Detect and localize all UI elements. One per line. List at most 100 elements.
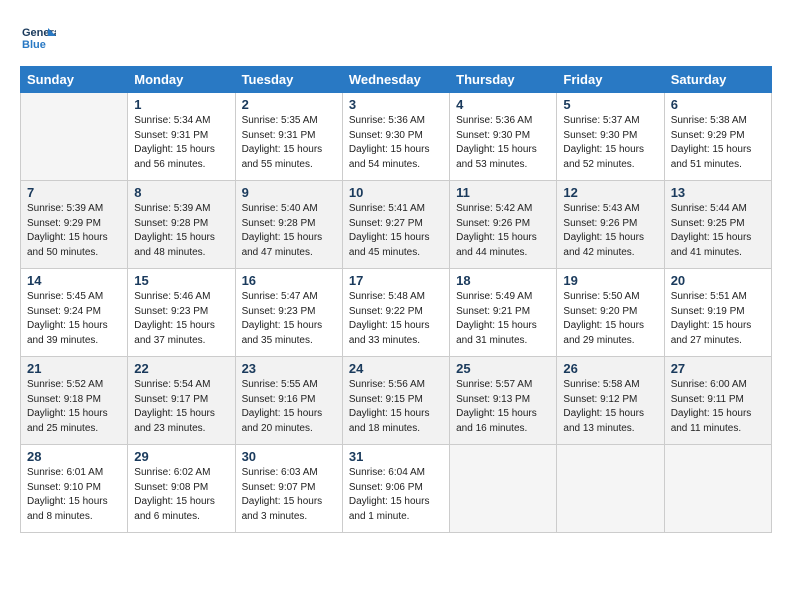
day-number: 27 <box>671 361 765 376</box>
cell-info: Sunrise: 5:43 AM Sunset: 9:26 PM Dayligh… <box>563 202 657 260</box>
calendar-cell: 13 Sunrise: 5:44 AM Sunset: 9:25 PM Dayli… <box>664 181 771 269</box>
calendar-cell: 19 Sunrise: 5:50 AM Sunset: 9:20 PM Dayli… <box>557 269 664 357</box>
calendar-cell: 11 Sunrise: 5:42 AM Sunset: 9:26 PM Dayli… <box>450 181 557 269</box>
calendar-cell: 16Sunrise: 5:47 AM Sunset: 9:23 PM Dayli… <box>235 269 342 357</box>
cell-info: Sunrise: 5:48 AM Sunset: 9:22 PM Dayligh… <box>349 290 443 348</box>
weekday-header: Friday <box>557 67 664 93</box>
cell-info: Sunrise: 5:44 AM Sunset: 9:25 PM Dayligh… <box>671 202 765 260</box>
cell-info: Sunrise: 5:46 AM Sunset: 9:23 PM Dayligh… <box>134 290 228 348</box>
day-number: 30 <box>242 449 336 464</box>
calendar-cell: 14 Sunrise: 5:45 AM Sunset: 9:24 PM Dayli… <box>21 269 128 357</box>
cell-info: Sunrise: 5:45 AM Sunset: 9:24 PM Dayligh… <box>27 290 121 348</box>
day-number: 29 <box>134 449 228 464</box>
svg-text:Blue: Blue <box>22 39 46 51</box>
day-number: 21 <box>27 361 121 376</box>
cell-info: Sunrise: 5:57 AM Sunset: 9:13 PM Dayligh… <box>456 378 550 436</box>
day-number: 17 <box>349 273 443 288</box>
calendar-cell: 23 Sunrise: 5:55 AM Sunset: 9:16 PM Dayli… <box>235 357 342 445</box>
cell-info: Sunrise: 6:02 AM Sunset: 9:08 PM Dayligh… <box>134 466 228 524</box>
calendar-table: SundayMondayTuesdayWednesdayThursdayFrid… <box>20 66 772 533</box>
day-number: 8 <box>134 185 228 200</box>
cell-info: Sunrise: 5:49 AM Sunset: 9:21 PM Dayligh… <box>456 290 550 348</box>
day-number: 28 <box>27 449 121 464</box>
calendar-cell: 24 Sunrise: 5:56 AM Sunset: 9:15 PM Dayli… <box>342 357 449 445</box>
calendar-cell: 22 Sunrise: 5:54 AM Sunset: 9:17 PM Dayli… <box>128 357 235 445</box>
day-number: 14 <box>27 273 121 288</box>
day-number: 25 <box>456 361 550 376</box>
calendar-cell: 28Sunrise: 6:01 AM Sunset: 9:10 PM Dayli… <box>21 445 128 533</box>
day-number: 6 <box>671 97 765 112</box>
weekday-header: Thursday <box>450 67 557 93</box>
weekday-header: Monday <box>128 67 235 93</box>
weekday-header: Saturday <box>664 67 771 93</box>
cell-info: Sunrise: 5:56 AM Sunset: 9:15 PM Dayligh… <box>349 378 443 436</box>
day-number: 7 <box>27 185 121 200</box>
day-number: 19 <box>563 273 657 288</box>
calendar-cell: 17 Sunrise: 5:48 AM Sunset: 9:22 PM Dayli… <box>342 269 449 357</box>
cell-info: Sunrise: 5:41 AM Sunset: 9:27 PM Dayligh… <box>349 202 443 260</box>
calendar-cell: 30 Sunrise: 6:03 AM Sunset: 9:07 PM Dayli… <box>235 445 342 533</box>
calendar-week-row: 14 Sunrise: 5:45 AM Sunset: 9:24 PM Dayli… <box>21 269 772 357</box>
day-number: 20 <box>671 273 765 288</box>
calendar-cell <box>664 445 771 533</box>
calendar-cell: 5Sunrise: 5:37 AM Sunset: 9:30 PM Daylig… <box>557 93 664 181</box>
calendar-week-row: 21 Sunrise: 5:52 AM Sunset: 9:18 PM Dayli… <box>21 357 772 445</box>
day-number: 15 <box>134 273 228 288</box>
calendar-cell: 18 Sunrise: 5:49 AM Sunset: 9:21 PM Dayli… <box>450 269 557 357</box>
day-number: 11 <box>456 185 550 200</box>
calendar-cell: 12 Sunrise: 5:43 AM Sunset: 9:26 PM Dayli… <box>557 181 664 269</box>
calendar-week-row: 7 Sunrise: 5:39 AM Sunset: 9:29 PM Daylig… <box>21 181 772 269</box>
cell-info: Sunrise: 6:00 AM Sunset: 9:11 PM Dayligh… <box>671 378 765 436</box>
cell-info: Sunrise: 5:55 AM Sunset: 9:16 PM Dayligh… <box>242 378 336 436</box>
calendar-cell: 20 Sunrise: 5:51 AM Sunset: 9:19 PM Dayli… <box>664 269 771 357</box>
cell-info: Sunrise: 5:39 AM Sunset: 9:28 PM Dayligh… <box>134 202 228 260</box>
day-number: 18 <box>456 273 550 288</box>
day-number: 10 <box>349 185 443 200</box>
day-number: 2 <box>242 97 336 112</box>
cell-info: Sunrise: 5:50 AM Sunset: 9:20 PM Dayligh… <box>563 290 657 348</box>
calendar-cell: 8 Sunrise: 5:39 AM Sunset: 9:28 PM Daylig… <box>128 181 235 269</box>
logo-icon: General Blue <box>20 20 56 56</box>
day-number: 24 <box>349 361 443 376</box>
calendar-cell: 26Sunrise: 5:58 AM Sunset: 9:12 PM Dayli… <box>557 357 664 445</box>
cell-info: Sunrise: 5:38 AM Sunset: 9:29 PM Dayligh… <box>671 114 765 172</box>
day-number: 12 <box>563 185 657 200</box>
calendar-cell: 9 Sunrise: 5:40 AM Sunset: 9:28 PM Daylig… <box>235 181 342 269</box>
cell-info: Sunrise: 5:47 AM Sunset: 9:23 PM Dayligh… <box>242 290 336 348</box>
calendar-cell: 10 Sunrise: 5:41 AM Sunset: 9:27 PM Dayli… <box>342 181 449 269</box>
weekday-header: Wednesday <box>342 67 449 93</box>
calendar-cell: 4Sunrise: 5:36 AM Sunset: 9:30 PM Daylig… <box>450 93 557 181</box>
day-number: 23 <box>242 361 336 376</box>
calendar-week-row: 28Sunrise: 6:01 AM Sunset: 9:10 PM Dayli… <box>21 445 772 533</box>
day-number: 31 <box>349 449 443 464</box>
cell-info: Sunrise: 5:40 AM Sunset: 9:28 PM Dayligh… <box>242 202 336 260</box>
calendar-cell <box>557 445 664 533</box>
calendar-cell: 25 Sunrise: 5:57 AM Sunset: 9:13 PM Dayli… <box>450 357 557 445</box>
cell-info: Sunrise: 6:03 AM Sunset: 9:07 PM Dayligh… <box>242 466 336 524</box>
calendar-cell: 29 Sunrise: 6:02 AM Sunset: 9:08 PM Dayli… <box>128 445 235 533</box>
cell-info: Sunrise: 5:42 AM Sunset: 9:26 PM Dayligh… <box>456 202 550 260</box>
day-number: 13 <box>671 185 765 200</box>
cell-info: Sunrise: 5:51 AM Sunset: 9:19 PM Dayligh… <box>671 290 765 348</box>
cell-info: Sunrise: 6:04 AM Sunset: 9:06 PM Dayligh… <box>349 466 443 524</box>
weekday-header: Sunday <box>21 67 128 93</box>
calendar-cell <box>21 93 128 181</box>
cell-info: Sunrise: 5:36 AM Sunset: 9:30 PM Dayligh… <box>349 114 443 172</box>
cell-info: Sunrise: 5:54 AM Sunset: 9:17 PM Dayligh… <box>134 378 228 436</box>
day-number: 5 <box>563 97 657 112</box>
calendar-cell: 31 Sunrise: 6:04 AM Sunset: 9:06 PM Dayli… <box>342 445 449 533</box>
cell-info: Sunrise: 5:39 AM Sunset: 9:29 PM Dayligh… <box>27 202 121 260</box>
calendar-cell: 7 Sunrise: 5:39 AM Sunset: 9:29 PM Daylig… <box>21 181 128 269</box>
calendar-cell <box>450 445 557 533</box>
day-number: 4 <box>456 97 550 112</box>
cell-info: Sunrise: 5:52 AM Sunset: 9:18 PM Dayligh… <box>27 378 121 436</box>
cell-info: Sunrise: 5:34 AM Sunset: 9:31 PM Dayligh… <box>134 114 228 172</box>
page-header: General Blue <box>20 20 772 56</box>
weekday-header: Tuesday <box>235 67 342 93</box>
day-number: 22 <box>134 361 228 376</box>
weekday-header-row: SundayMondayTuesdayWednesdayThursdayFrid… <box>21 67 772 93</box>
calendar-cell: 6 Sunrise: 5:38 AM Sunset: 9:29 PM Daylig… <box>664 93 771 181</box>
cell-info: Sunrise: 5:35 AM Sunset: 9:31 PM Dayligh… <box>242 114 336 172</box>
day-number: 9 <box>242 185 336 200</box>
cell-info: Sunrise: 5:58 AM Sunset: 9:12 PM Dayligh… <box>563 378 657 436</box>
